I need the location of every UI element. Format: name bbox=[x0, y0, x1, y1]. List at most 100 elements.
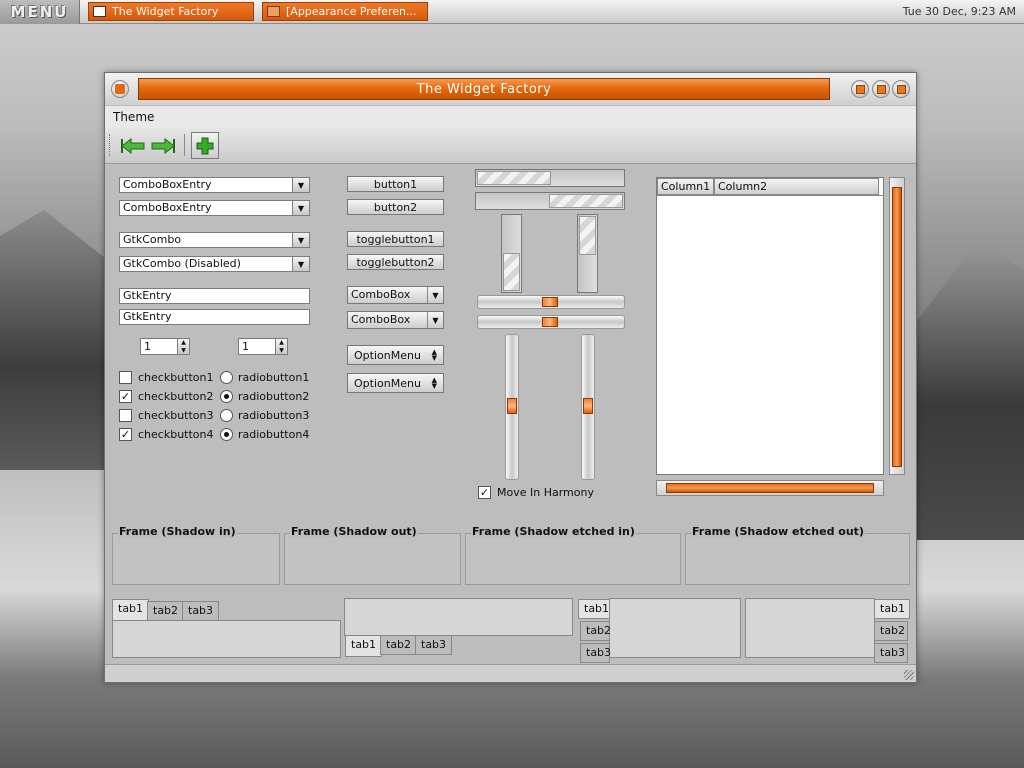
spinbutton-1[interactable]: 1 ▲ ▼ bbox=[140, 338, 190, 355]
forward-button[interactable] bbox=[149, 133, 177, 159]
radio-selected-icon[interactable] bbox=[220, 427, 233, 441]
notebook-left-tab1[interactable]: tab1 bbox=[578, 599, 610, 619]
comboboxentry-text[interactable]: ComboBoxEntry bbox=[120, 178, 292, 192]
toolbar bbox=[105, 128, 916, 164]
spin-arrows-icon[interactable]: ▲ ▼ bbox=[275, 339, 287, 354]
gtkcombo-1[interactable]: GtkCombo ▼ bbox=[119, 232, 310, 248]
move-in-harmony-checkbox[interactable]: ✓ Move In Harmony bbox=[478, 484, 594, 500]
add-button[interactable] bbox=[191, 132, 219, 159]
notebook-left-tab2[interactable]: tab2 bbox=[580, 621, 611, 641]
hscale-2[interactable] bbox=[477, 315, 625, 329]
scrollbar-thumb[interactable] bbox=[666, 483, 874, 493]
gtkentry-2[interactable]: GtkEntry bbox=[119, 309, 310, 325]
comboboxentry-1[interactable]: ComboBoxEntry ▼ bbox=[119, 177, 310, 193]
checkbox-unchecked-icon[interactable] bbox=[119, 370, 132, 384]
spinbutton-value[interactable]: 1 bbox=[239, 339, 275, 354]
checkbox-checked-icon[interactable]: ✓ bbox=[119, 427, 132, 441]
vscale-2[interactable] bbox=[581, 334, 595, 480]
checkbutton-3[interactable]: checkbutton3 bbox=[119, 407, 214, 423]
comboboxentry-2[interactable]: ComboBoxEntry ▼ bbox=[119, 200, 310, 216]
scale-slider[interactable] bbox=[583, 398, 593, 414]
optionmenu-1[interactable]: OptionMenu ▲ ▼ bbox=[347, 345, 444, 365]
chevron-down-icon[interactable]: ▼ bbox=[427, 312, 443, 328]
column2-header[interactable]: Column2 bbox=[714, 178, 879, 195]
close-icon[interactable] bbox=[892, 80, 910, 98]
gtkentry-1[interactable]: GtkEntry bbox=[119, 288, 310, 304]
back-button[interactable] bbox=[119, 133, 147, 159]
radio-unselected-icon[interactable] bbox=[220, 370, 233, 384]
chevron-down-icon[interactable]: ▼ bbox=[292, 201, 309, 215]
togglebutton-1[interactable]: togglebutton1 bbox=[347, 231, 444, 247]
menu-theme[interactable]: Theme bbox=[113, 110, 154, 124]
combobox-1[interactable]: ComboBox ▼ bbox=[347, 286, 444, 304]
notebook-top-tab3[interactable]: tab3 bbox=[182, 601, 220, 621]
maximize-icon[interactable] bbox=[872, 80, 890, 98]
spinbutton-2[interactable]: 1 ▲ ▼ bbox=[238, 338, 288, 355]
scale-slider[interactable] bbox=[507, 398, 517, 414]
button-1[interactable]: button1 bbox=[347, 176, 444, 192]
radio-unselected-icon[interactable] bbox=[220, 408, 233, 422]
tree-view[interactable]: Column1 Column2 bbox=[656, 177, 884, 475]
checkbutton-2[interactable]: ✓ checkbutton2 bbox=[119, 388, 214, 404]
radiobutton-1[interactable]: radiobutton1 bbox=[220, 369, 309, 385]
vprogressbar-1 bbox=[501, 214, 522, 293]
window-menu-icon[interactable] bbox=[111, 80, 129, 98]
chevron-down-icon[interactable]: ▼ bbox=[427, 287, 443, 303]
chevron-down-icon[interactable]: ▼ bbox=[292, 178, 309, 192]
task-label: The Widget Factory bbox=[112, 5, 219, 18]
notebook-right-tab2[interactable]: tab2 bbox=[874, 621, 908, 641]
menu-button[interactable]: MENU bbox=[0, 0, 80, 24]
scale-slider[interactable] bbox=[542, 297, 558, 307]
checkbutton-4[interactable]: ✓ checkbutton4 bbox=[119, 426, 214, 442]
radiobutton-4[interactable]: radiobutton4 bbox=[220, 426, 309, 442]
desktop-mountain-right bbox=[910, 240, 1024, 540]
notebook-bottom-tab1[interactable]: tab1 bbox=[345, 635, 383, 657]
optionmenu-2[interactable]: OptionMenu ▲ ▼ bbox=[347, 373, 444, 393]
vertical-scrollbar[interactable] bbox=[889, 177, 905, 475]
clock[interactable]: Tue 30 Dec, 9:23 AM bbox=[903, 5, 1016, 18]
hscale-1[interactable] bbox=[477, 295, 625, 309]
chevron-down-icon[interactable]: ▼ bbox=[292, 233, 309, 247]
spinbutton-value[interactable]: 1 bbox=[141, 339, 177, 354]
notebook-right-tab1[interactable]: tab1 bbox=[874, 599, 910, 619]
checkbox-unchecked-icon[interactable] bbox=[119, 408, 132, 422]
chevron-down-icon: ▼ bbox=[292, 257, 309, 271]
vscale-1[interactable] bbox=[505, 334, 519, 480]
togglebutton-2[interactable]: togglebutton2 bbox=[347, 254, 444, 270]
progress-fill bbox=[579, 216, 596, 255]
task-appearance-preferences[interactable]: [Appearance Preferen... bbox=[262, 2, 428, 21]
optionmenu-text: OptionMenu bbox=[354, 376, 421, 390]
radiobutton-2[interactable]: radiobutton2 bbox=[220, 388, 309, 404]
resize-grip-icon[interactable] bbox=[904, 670, 914, 680]
task-widget-factory[interactable]: The Widget Factory bbox=[88, 2, 254, 21]
titlebar[interactable]: The Widget Factory bbox=[105, 73, 916, 105]
window-title[interactable]: The Widget Factory bbox=[138, 78, 830, 100]
frame-shadow-etched-out: Frame (Shadow etched out) bbox=[685, 525, 910, 585]
radiobutton-3[interactable]: radiobutton3 bbox=[220, 407, 309, 423]
gtkcombo-text[interactable]: GtkCombo bbox=[120, 233, 292, 247]
notebook-top-tab2[interactable]: tab2 bbox=[147, 601, 185, 621]
scale-slider[interactable] bbox=[542, 317, 558, 327]
spin-arrows-icon[interactable]: ▲ ▼ bbox=[177, 339, 189, 354]
notebook-bottom-tab3[interactable]: tab3 bbox=[415, 635, 453, 655]
notebook-top-tab1[interactable]: tab1 bbox=[112, 599, 150, 621]
combobox-2[interactable]: ComboBox ▼ bbox=[347, 311, 444, 329]
button-2[interactable]: button2 bbox=[347, 199, 444, 215]
radio-selected-icon[interactable] bbox=[220, 389, 233, 403]
radiobutton-label: radiobutton4 bbox=[238, 427, 310, 441]
toolbar-handle[interactable] bbox=[109, 134, 112, 156]
hprogressbar-2 bbox=[475, 192, 625, 210]
horizontal-scrollbar[interactable] bbox=[656, 480, 884, 496]
notebook-right-tab3[interactable]: tab3 bbox=[874, 643, 908, 663]
notebook-bottom-tab2[interactable]: tab2 bbox=[380, 635, 418, 655]
checkbutton-1[interactable]: checkbutton1 bbox=[119, 369, 214, 385]
minimize-icon[interactable] bbox=[851, 80, 869, 98]
checkbox-checked-icon[interactable]: ✓ bbox=[478, 485, 491, 499]
notebook-left-tab3[interactable]: tab3 bbox=[580, 643, 611, 663]
task-label: [Appearance Preferen... bbox=[286, 5, 417, 18]
checkbox-checked-icon[interactable]: ✓ bbox=[119, 389, 132, 403]
comboboxentry-text[interactable]: ComboBoxEntry bbox=[120, 201, 292, 215]
toolbar-separator bbox=[184, 134, 185, 156]
scrollbar-thumb[interactable] bbox=[892, 187, 902, 467]
column1-header[interactable]: Column1 bbox=[657, 178, 714, 195]
